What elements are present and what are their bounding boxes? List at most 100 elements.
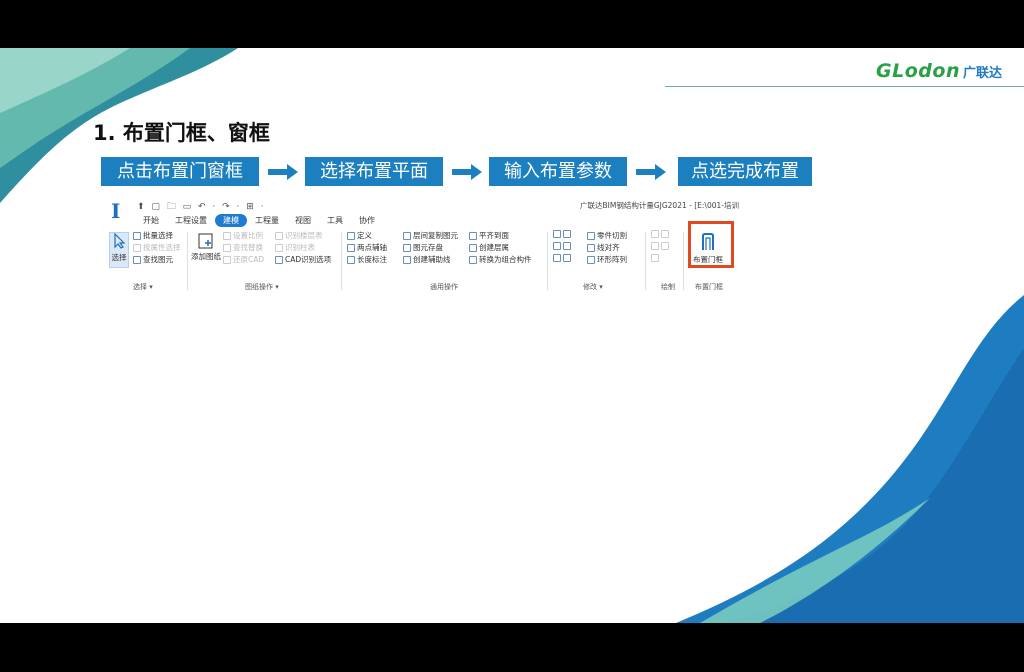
group-label-common: 通用操作 — [430, 283, 458, 291]
create-auxline-button[interactable]: 创建辅助线 — [403, 254, 451, 265]
tab-modeling[interactable]: 建模 — [215, 214, 247, 227]
arc-icon — [661, 242, 669, 250]
draw-rect-tools[interactable] — [651, 254, 659, 262]
find-replace-icon — [223, 243, 231, 252]
modify-tools-row3[interactable] — [553, 254, 571, 262]
define-icon — [347, 231, 355, 240]
select-by-attr-button[interactable]: 按属性选择 — [133, 242, 181, 253]
app-title: 广联达BIM钢结构计量GJG2021 - [E:\001-培训 — [580, 201, 739, 210]
modify-tools-row1[interactable] — [553, 230, 571, 238]
length-dimension-button[interactable]: 长度标注 — [347, 254, 387, 265]
ribbon-tabs: 开始 工程设置 建模 工程量 视图 工具 协作 — [135, 214, 383, 227]
point-icon — [651, 230, 659, 238]
create-layer-button[interactable]: 创建层属 — [469, 242, 509, 253]
select-button[interactable]: 选择 — [109, 232, 129, 268]
find-replace-label: 查找替换 — [233, 243, 263, 252]
group-label-door: 布置门框 — [695, 283, 723, 291]
length-dimension-label: 长度标注 — [357, 255, 387, 264]
step-4: 点选完成布置 — [678, 157, 812, 186]
scale-icon — [223, 231, 231, 240]
modify-tools-row2[interactable] — [553, 242, 571, 250]
cad-options-button[interactable]: CAD识别选项 — [275, 254, 331, 265]
part-cut-icon — [587, 231, 595, 240]
cad-options-icon — [275, 255, 283, 264]
flush-icon — [469, 231, 477, 240]
convert-combo-icon — [469, 255, 477, 264]
find-element-button[interactable]: 查找图元 — [133, 254, 173, 265]
two-point-axis-button[interactable]: 两点辅轴 — [347, 242, 387, 253]
length-dimension-icon — [347, 255, 355, 264]
copy-floors-icon — [403, 231, 411, 240]
highlight-box — [688, 221, 734, 268]
identify-column-button[interactable]: 识别柱表 — [275, 242, 315, 253]
find-replace-button[interactable]: 查找替换 — [223, 242, 263, 253]
cad-options-label: CAD识别选项 — [285, 255, 332, 264]
add-drawing-label: 添加图纸 — [191, 252, 221, 261]
slide: GLodon 广联达 1. 布置门框、窗框 点击布置门窗框 选择布置平面 输入布… — [0, 48, 1024, 623]
arrow-right-icon — [636, 164, 666, 180]
brand-logo: GLodon 广联达 — [876, 60, 1002, 82]
element-save-icon — [403, 243, 411, 252]
add-drawing-icon — [198, 233, 213, 249]
flush-label: 平齐到面 — [479, 231, 509, 240]
header-divider — [665, 86, 1024, 87]
flush-to-face-button[interactable]: 平齐到面 — [469, 230, 509, 241]
tab-tools[interactable]: 工具 — [319, 214, 351, 227]
group-label-drawing: 图纸操作 ▾ — [245, 283, 279, 291]
tab-start[interactable]: 开始 — [135, 214, 167, 227]
set-scale-button[interactable]: 设置比例 — [223, 230, 263, 241]
identify-floor-button[interactable]: 识别楼层表 — [275, 230, 323, 241]
select-attr-label: 按属性选择 — [143, 243, 181, 252]
step-3: 输入布置参数 — [489, 157, 627, 186]
define-label: 定义 — [357, 231, 372, 240]
select-label: 选择 — [111, 253, 127, 262]
group-separator — [683, 232, 684, 290]
line-align-label: 线对齐 — [597, 243, 620, 252]
slide-title: 1. 布置门框、窗框 — [93, 121, 270, 145]
rotate-icon — [563, 230, 571, 238]
add-drawing-button[interactable]: 添加图纸 — [191, 232, 221, 262]
logo-text-cn: 广联达 — [962, 66, 1002, 81]
move-icon — [553, 254, 561, 262]
quick-access-toolbar[interactable]: ⬆ ▢ 🗀 ▭ ↶ · ↷ · ⊞ · — [137, 199, 266, 215]
identify-column-label: 识别柱表 — [285, 243, 315, 252]
tab-view[interactable]: 视图 — [287, 214, 319, 227]
convert-combo-button[interactable]: 转换为组合构件 — [469, 254, 532, 265]
group-label-modify: 修改 ▾ — [583, 283, 603, 291]
group-separator — [187, 232, 188, 290]
restore-cad-button[interactable]: 还原CAD — [223, 254, 264, 265]
logo-text-en: GLodon — [876, 60, 960, 82]
ring-array-icon — [587, 255, 595, 264]
group-separator — [341, 232, 342, 290]
identify-floor-icon — [275, 231, 283, 240]
app-logo-icon: I — [111, 199, 121, 223]
draw-tools[interactable] — [651, 230, 669, 238]
part-cut-button[interactable]: 零件切割 — [587, 230, 627, 241]
draw-line-tools[interactable] — [651, 242, 669, 250]
batch-select-label: 批量选择 — [143, 231, 173, 240]
element-save-button[interactable]: 图元存盘 — [403, 242, 443, 253]
two-point-axis-label: 两点辅轴 — [357, 243, 387, 252]
circle-icon — [661, 230, 669, 238]
batch-select-button[interactable]: 批量选择 — [133, 230, 173, 241]
copy-between-floors-button[interactable]: 层间复制图元 — [403, 230, 458, 241]
step-flow: 点击布置门窗框 选择布置平面 输入布置参数 点选完成布置 — [101, 157, 821, 187]
step-2: 选择布置平面 — [305, 157, 443, 186]
tab-quantity[interactable]: 工程量 — [247, 214, 287, 227]
group-label-draw: 绘制 — [661, 283, 675, 291]
part-cut-label: 零件切割 — [597, 231, 627, 240]
define-button[interactable]: 定义 — [347, 230, 372, 241]
arrow-right-icon — [268, 164, 298, 180]
delete-icon — [553, 230, 561, 238]
tab-collaboration[interactable]: 协作 — [351, 214, 383, 227]
ring-array-button[interactable]: 环形阵列 — [587, 254, 627, 265]
line-align-icon — [587, 243, 595, 252]
line-align-button[interactable]: 线对齐 — [587, 242, 620, 253]
step-1: 点击布置门窗框 — [101, 157, 259, 186]
set-scale-label: 设置比例 — [233, 231, 263, 240]
tab-project-settings[interactable]: 工程设置 — [167, 214, 215, 227]
line-icon — [651, 242, 659, 250]
auxline-icon — [403, 255, 411, 264]
find-element-label: 查找图元 — [143, 255, 173, 264]
group-separator — [547, 232, 548, 290]
